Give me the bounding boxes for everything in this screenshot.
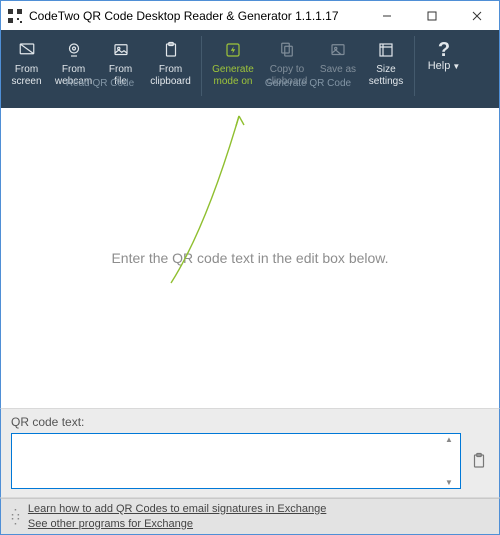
- maximize-button[interactable]: [409, 1, 454, 30]
- file-icon: [112, 40, 130, 60]
- toolbar-divider: [201, 36, 202, 96]
- titlebar: CodeTwo QR Code Desktop Reader & Generat…: [0, 0, 500, 30]
- annotation-arrow: [1, 108, 261, 308]
- qr-text-input[interactable]: [11, 433, 461, 489]
- button-label: Generate mode on: [212, 64, 254, 87]
- from-clipboard-button[interactable]: From clipboard: [144, 36, 197, 91]
- footer: ∴∵ Learn how to add QR Codes to email si…: [0, 498, 500, 535]
- button-label: Size settings: [369, 64, 403, 87]
- chevron-down-icon: ▼: [452, 62, 460, 71]
- app-icon: [7, 8, 23, 24]
- footer-link-other-programs[interactable]: See other programs for Exchange: [28, 517, 326, 532]
- toolbar-divider: [414, 36, 415, 96]
- scrollbar[interactable]: ▲▼: [445, 435, 459, 487]
- canvas-area: Enter the QR code text in the edit box b…: [0, 108, 500, 408]
- close-button[interactable]: [454, 1, 499, 30]
- webcam-icon: [65, 40, 83, 60]
- save-icon: [329, 40, 347, 60]
- from-webcam-button[interactable]: From webcam: [50, 36, 97, 91]
- button-label: From clipboard: [150, 64, 191, 87]
- footer-link-exchange-signatures[interactable]: Learn how to add QR Codes to email signa…: [28, 502, 326, 517]
- screen-icon: [18, 40, 36, 60]
- toolbar: From screen From webcam From file From c…: [0, 30, 500, 108]
- copy-icon: [278, 40, 296, 60]
- from-file-button[interactable]: From file: [97, 36, 144, 91]
- paste-from-clipboard-button[interactable]: [469, 433, 489, 489]
- button-label: From screen: [12, 64, 42, 87]
- generate-mode-button[interactable]: Generate mode on: [206, 36, 260, 91]
- clipboard-icon: [162, 40, 180, 60]
- lightning-icon: [224, 40, 242, 60]
- from-screen-button[interactable]: From screen: [3, 36, 50, 91]
- size-settings-button[interactable]: Size settings: [362, 36, 410, 91]
- window-controls: [364, 1, 499, 30]
- window-title: CodeTwo QR Code Desktop Reader & Generat…: [29, 9, 364, 23]
- help-menu[interactable]: ? Help▼: [421, 40, 467, 72]
- copy-to-clipboard-button[interactable]: Copy to clipboard: [260, 36, 314, 91]
- help-label: Help: [428, 60, 451, 72]
- button-label: From file: [109, 64, 132, 87]
- button-label: Save as: [320, 64, 356, 76]
- help-icon: ?: [438, 40, 450, 60]
- minimize-button[interactable]: [364, 1, 409, 30]
- qr-text-label: QR code text:: [11, 415, 489, 429]
- button-label: Copy to clipboard: [267, 64, 308, 87]
- size-icon: [377, 40, 395, 60]
- save-as-button[interactable]: Save as: [314, 36, 362, 80]
- qr-text-panel: QR code text: ▲▼: [0, 408, 500, 498]
- promo-icon: ∴∵: [11, 508, 18, 525]
- button-label: From webcam: [55, 64, 92, 87]
